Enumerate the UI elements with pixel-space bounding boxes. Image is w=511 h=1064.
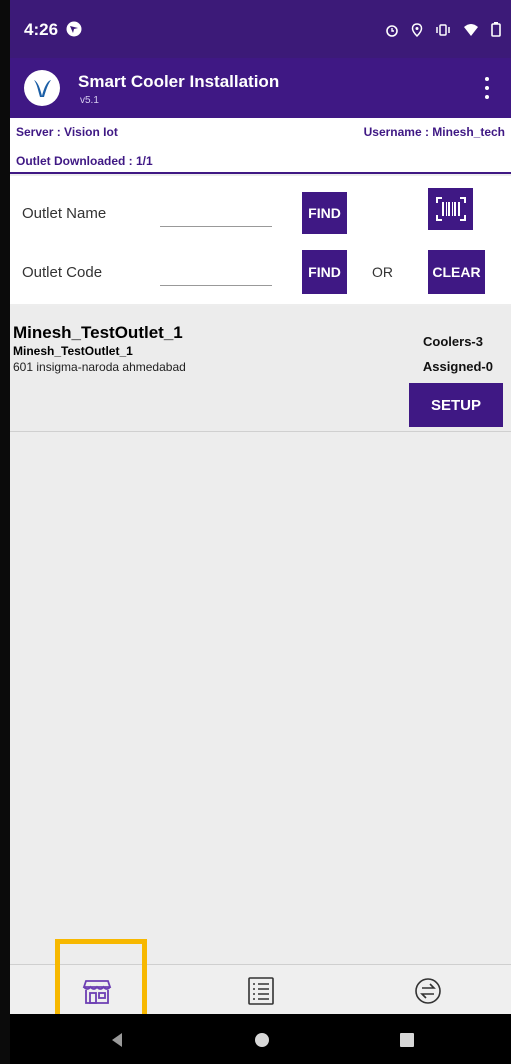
find-code-button[interactable]: FIND [302,250,347,294]
recents-icon[interactable] [395,1028,419,1052]
outlet-downloaded-label: Outlet Downloaded : 1/1 [16,154,153,168]
username-label: Username : Minesh_tech [363,125,505,139]
home-icon[interactable] [250,1028,274,1052]
navigation-icon [66,21,82,42]
info-strip: Server : Vision Iot Username : Minesh_te… [10,118,511,174]
search-panel: Outlet Name FIND Outlet Code FIND OR CLE… [10,176,511,304]
outlet-list-item[interactable]: Minesh_TestOutlet_1 Minesh_TestOutlet_1 … [10,306,511,432]
status-time: 4:26 [24,20,59,39]
app-title: Smart Cooler Installation [78,72,280,91]
list-icon[interactable] [241,973,281,1009]
app-logo [24,70,60,106]
outlet-code-input[interactable] [160,260,272,286]
clear-button[interactable]: CLEAR [428,250,485,294]
status-bar: 4:26 [10,0,511,58]
bottom-nav [10,964,511,1014]
system-nav-bar [10,1014,511,1064]
sync-icon[interactable] [408,973,448,1009]
alarm-icon [385,23,399,42]
battery-icon [491,22,501,42]
wifi-icon [463,23,479,42]
app-version: v5.1 [80,95,99,106]
find-name-button[interactable]: FIND [302,192,347,234]
server-label: Server : Vision Iot [16,125,118,139]
assigned-count: Assigned-0 [422,359,493,374]
outlet-code-label: Outlet Code [22,264,103,281]
or-label: OR [372,264,393,280]
outlet-name-label: Outlet Name [22,205,107,222]
location-icon [411,22,423,42]
outlet-address: 601 insigma-naroda ahmedabad [13,360,186,374]
back-icon[interactable] [105,1028,129,1052]
vibrate-icon [435,23,451,42]
outlet-subname: Minesh_TestOutlet_1 [13,344,133,358]
outlet-name-input[interactable] [160,201,272,227]
app-bar: Smart Cooler Installation v5.1 [10,58,511,118]
app-screen: 4:26 Smart Cooler Installation v5.1 Serv… [10,0,511,1064]
coolers-count: Coolers-3 [423,334,483,349]
barcode-scan-icon[interactable] [428,188,473,230]
setup-button[interactable]: SETUP [409,383,503,427]
store-icon[interactable] [77,973,117,1009]
outlet-name: Minesh_TestOutlet_1 [13,323,183,342]
overflow-menu-icon[interactable] [477,74,497,102]
